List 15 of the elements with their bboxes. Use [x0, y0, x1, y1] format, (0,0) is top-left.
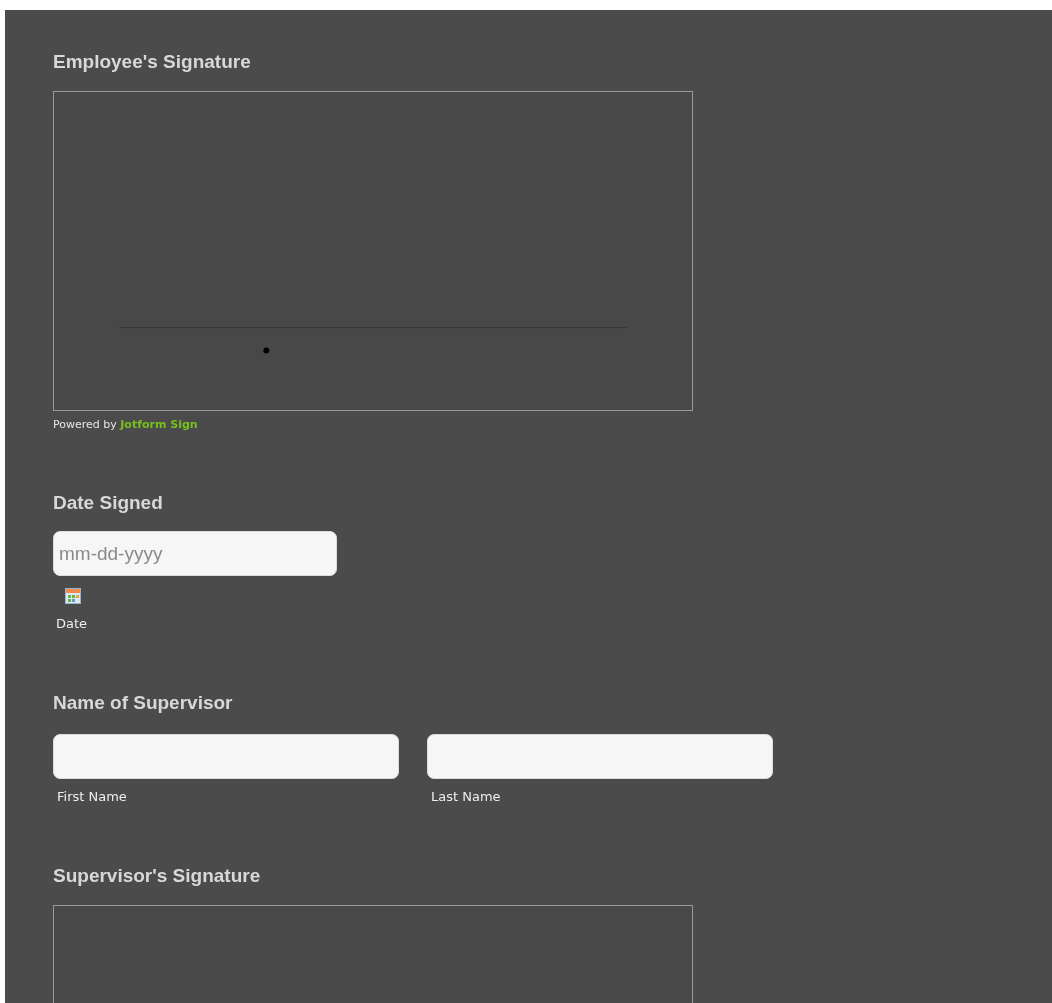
field-label: Employee's Signature: [53, 50, 251, 74]
brand-link[interactable]: Jotform Sign: [120, 418, 198, 431]
name-field[interactable]: [53, 734, 399, 779]
field-label: Name of Supervisor: [53, 691, 233, 715]
field-label: Supervisor's Signature: [53, 864, 261, 888]
date-field[interactable]: mm-dd-yyyy: [53, 531, 337, 576]
field-sublabel: Last Name: [431, 789, 502, 804]
field-sublabel: Date: [56, 616, 88, 631]
field-label: Date Signed: [53, 491, 163, 515]
signature-pad[interactable]: [53, 905, 693, 1003]
powered-by-text: Powered by Jotform Sign: [53, 418, 198, 431]
name-field[interactable]: [427, 734, 773, 779]
signature-pad[interactable]: [53, 91, 693, 411]
calendar-icon[interactable]: [65, 588, 81, 604]
field-sublabel: First Name: [57, 789, 128, 804]
